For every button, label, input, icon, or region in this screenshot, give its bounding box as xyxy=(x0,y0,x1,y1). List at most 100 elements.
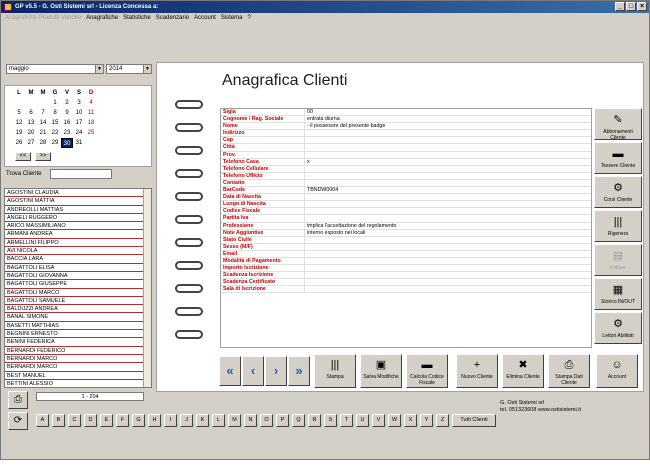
bottom-button-stampa[interactable]: ||| Stampa xyxy=(314,354,356,388)
side-button-lettori-abilitati[interactable]: ⚙ Lettori Abilitati xyxy=(594,312,642,344)
print-list-button[interactable]: ⎙ xyxy=(8,391,28,409)
form-field-value[interactable] xyxy=(305,173,591,179)
calendar-day[interactable]: 17 xyxy=(73,118,85,128)
form-field-value[interactable] xyxy=(305,180,591,186)
calendar-day[interactable]: 5 xyxy=(13,108,25,118)
letter-filter-button[interactable]: N xyxy=(244,414,257,427)
refresh-button[interactable]: ⟳ xyxy=(8,412,28,430)
calendar-next-button[interactable]: >> xyxy=(35,152,51,161)
form-field-value[interactable]: TBNDW0004 xyxy=(305,187,591,193)
form-field-value[interactable] xyxy=(305,215,591,221)
letter-filter-button[interactable]: X xyxy=(404,414,417,427)
letter-filter-button[interactable]: S xyxy=(324,414,337,427)
bottom-button-nuovo-cliente[interactable]: + Nuovo Cliente xyxy=(456,354,498,388)
bottom-button-stampa-dati-cliente[interactable]: ⎙ Stampa Dati Cliente xyxy=(548,354,590,388)
letter-filter-button[interactable]: M xyxy=(228,414,241,427)
client-list-item[interactable]: BETTINI ALESSIO xyxy=(5,380,145,387)
bottom-button-elimina-cliente[interactable]: ✖ Elimina Cliente xyxy=(502,354,544,388)
letter-filter-button[interactable]: I xyxy=(164,414,177,427)
client-list-item[interactable]: ARMELLINI FILIPPO xyxy=(5,239,145,248)
calendar-day[interactable]: 16 xyxy=(61,118,73,128)
letter-filter-button[interactable]: O xyxy=(260,414,273,427)
letter-filter-button[interactable]: Z xyxy=(436,414,449,427)
letter-filter-button[interactable]: A xyxy=(36,414,49,427)
form-field-value[interactable]: entrata diurna xyxy=(305,116,591,122)
letter-filter-button[interactable]: Y xyxy=(420,414,433,427)
first-record-button[interactable]: « xyxy=(219,356,241,386)
menu-sistema[interactable]: Sistema xyxy=(221,13,243,23)
form-field-value[interactable] xyxy=(305,144,591,150)
form-field-value[interactable] xyxy=(305,137,591,143)
letter-filter-button[interactable]: Q xyxy=(292,414,305,427)
letter-filter-button[interactable]: D xyxy=(84,414,97,427)
form-field-value[interactable]: interno esposto nei locali xyxy=(305,230,591,236)
client-list-item[interactable]: BAGATTOLI SAMUELE xyxy=(5,297,145,306)
calendar-day[interactable]: 30 xyxy=(61,138,73,148)
form-field-value[interactable] xyxy=(305,208,591,214)
client-list-item[interactable]: BERNARDI FEDERICO xyxy=(5,347,145,355)
last-record-button[interactable]: » xyxy=(288,356,310,386)
chevron-down-icon[interactable]: ▼ xyxy=(95,65,103,73)
form-field-value[interactable] xyxy=(305,166,591,172)
calendar-day[interactable]: 25 xyxy=(85,128,97,138)
minimize-button[interactable]: _ xyxy=(615,2,625,11)
side-button-rigenera[interactable]: ||| Rigenera xyxy=(594,210,642,242)
calendar-day[interactable]: 8 xyxy=(49,108,61,118)
client-list-scrollbar[interactable] xyxy=(143,189,151,387)
bottom-button-account[interactable]: ☺ Account xyxy=(596,354,638,388)
calendar-day[interactable]: 29 xyxy=(49,138,61,148)
title-bar[interactable]: GP v5.5 - G. Osti Sistemi srl - Licenza … xyxy=(1,1,649,13)
side-button-corsi-cliente[interactable]: ⚙ Corsi Cliente xyxy=(594,176,642,208)
client-list-item[interactable]: AGOSTINI CLAUDIA xyxy=(5,189,145,198)
side-button-tessere-cliente[interactable]: ▬ Tessere Cliente xyxy=(594,142,642,174)
side-button-storico-in-out[interactable]: ▦ Storico IN/OUT xyxy=(594,278,642,310)
calendar-day[interactable]: 2 xyxy=(61,98,73,108)
client-list-item[interactable]: ARMANI ANDREA xyxy=(5,230,145,239)
form-field-value[interactable] xyxy=(305,237,591,243)
client-list-item[interactable]: BAGATTOLI GIUSEPPE xyxy=(5,280,145,289)
calendar-day[interactable]: 10 xyxy=(73,108,85,118)
calendar-day[interactable]: 13 xyxy=(25,118,37,128)
prev-record-button[interactable]: ‹ xyxy=(242,356,264,386)
chevron-down-icon[interactable]: ▼ xyxy=(143,65,151,73)
client-list-item[interactable]: BANAL SIMONE xyxy=(5,313,145,322)
calendar-day[interactable]: 18 xyxy=(85,118,97,128)
calendar-day[interactable]: 24 xyxy=(73,128,85,138)
client-list-item[interactable]: ARICO MASSIMILIANO xyxy=(5,222,145,231)
search-input[interactable] xyxy=(50,169,112,179)
letter-filter-button[interactable]: W xyxy=(388,414,401,427)
letter-filter-button[interactable]: F xyxy=(116,414,129,427)
form-field-value[interactable] xyxy=(305,258,591,264)
client-list-item[interactable]: BERNARDI MARCO xyxy=(5,363,145,372)
client-list-item[interactable]: BEGNINI ERNESTO xyxy=(5,330,145,339)
client-list-item[interactable]: BAGATTOLI MARCO xyxy=(5,289,145,297)
form-field-value[interactable]: 00 xyxy=(305,109,591,115)
calendar-day[interactable]: 1 xyxy=(49,98,61,108)
letter-filter-button[interactable]: H xyxy=(148,414,161,427)
calendar-day[interactable]: 12 xyxy=(13,118,25,128)
client-list-item[interactable]: BEST MANUEL xyxy=(5,372,145,380)
client-list-item[interactable]: BAGATTOLI GIOVANNA xyxy=(5,272,145,281)
client-list-item[interactable]: BENINI FEDERICA xyxy=(5,338,145,347)
menu-anagrafiche[interactable]: Anagrafiche xyxy=(86,13,118,23)
calendar-day[interactable]: 4 xyxy=(85,98,97,108)
calendar-day[interactable]: 14 xyxy=(37,118,49,128)
form-field-value[interactable] xyxy=(305,130,591,136)
calendar-prev-button[interactable]: << xyxy=(15,152,31,161)
form-field-value[interactable] xyxy=(305,201,591,207)
menu-help[interactable]: ? xyxy=(248,13,251,23)
maximize-button[interactable]: □ xyxy=(626,2,636,11)
form-field-value[interactable] xyxy=(305,244,591,250)
letter-filter-button[interactable]: C xyxy=(68,414,81,427)
calendar-day[interactable]: 26 xyxy=(13,138,25,148)
letter-filter-button[interactable]: L xyxy=(212,414,225,427)
letter-filter-button[interactable]: E xyxy=(100,414,113,427)
menu-statistiche[interactable]: Statistiche xyxy=(123,13,151,23)
client-list-item[interactable]: BERNARDI MARCO xyxy=(5,355,145,364)
form-field-value[interactable] xyxy=(305,286,591,292)
next-record-button[interactable]: › xyxy=(265,356,287,386)
calendar-day[interactable]: 21 xyxy=(37,128,49,138)
client-list-item[interactable]: BACCIA LARA xyxy=(5,255,145,264)
client-list-item[interactable]: BAGATTOLI ELISA xyxy=(5,264,145,272)
side-button-abbonamenti-cliente[interactable]: ✎ Abbonamenti Cliente xyxy=(594,108,642,141)
